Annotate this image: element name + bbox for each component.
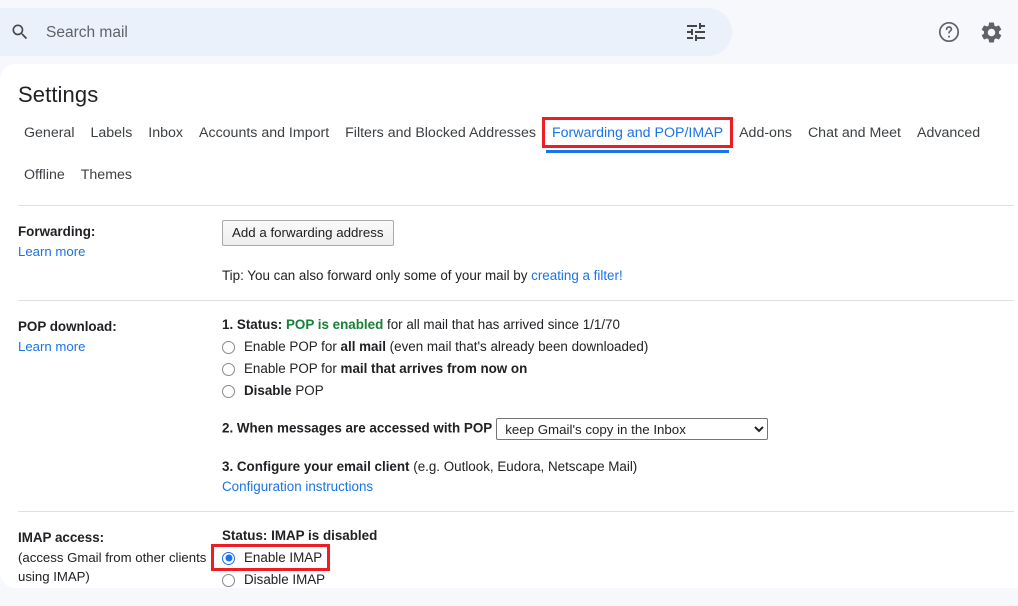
imap-access-section: IMAP access: (access Gmail from other cl… — [18, 512, 1014, 588]
pop-download-title: POP download: — [18, 319, 117, 334]
forwarding-tip: Tip: You can also forward only some of y… — [222, 266, 1014, 286]
forwarding-section: Forwarding: Learn more Add a forwarding … — [18, 206, 1014, 301]
configuration-instructions-link[interactable]: Configuration instructions — [222, 479, 373, 494]
tab-add-ons[interactable]: Add-ons — [731, 122, 800, 144]
pop-status-line: 1. Status: POP is enabled for all mail t… — [222, 315, 1014, 335]
imap-status: Status: IMAP is disabled — [222, 528, 378, 543]
pop-access-label: 2. When messages are accessed with POP — [222, 420, 493, 436]
tab-label: Labels — [90, 125, 133, 141]
tab-forwarding-and-pop-imap[interactable]: Forwarding and POP/IMAP — [541, 117, 734, 153]
imap-option-disable[interactable]: Disable IMAP — [222, 570, 325, 588]
tab-advanced[interactable]: Advanced — [909, 122, 988, 144]
pop-option-label: Disable POP — [244, 383, 324, 398]
pop-download-body: 1. Status: POP is enabled for all mail t… — [222, 315, 1014, 497]
imap-option-label: Disable IMAP — [244, 572, 326, 587]
pop-option-label: Enable POP for all mail (even mail that'… — [244, 339, 649, 354]
pop-option-label: Enable POP for mail that arrives from no… — [244, 361, 528, 376]
creating-a-filter-link[interactable]: creating a filter! — [531, 268, 623, 283]
tab-filters-and-blocked-addresses[interactable]: Filters and Blocked Addresses — [337, 122, 544, 144]
tab-accounts-and-import[interactable]: Accounts and Import — [191, 122, 337, 144]
radio-icon[interactable] — [222, 384, 235, 398]
imap-access-label: IMAP access: (access Gmail from other cl… — [18, 526, 222, 588]
forwarding-title: Forwarding: — [18, 224, 96, 239]
tab-labels[interactable]: Labels — [82, 122, 140, 144]
search-icon — [10, 22, 30, 42]
tab-label: Filters and Blocked Addresses — [345, 125, 536, 141]
tab-offline[interactable]: Offline — [16, 164, 73, 186]
pop-configure-bold: 3. Configure your email client — [222, 459, 410, 474]
pop-configure-rest: (e.g. Outlook, Eudora, Netscape Mail) — [409, 459, 638, 474]
tab-label: Advanced — [917, 125, 981, 141]
radio-icon[interactable] — [222, 340, 235, 354]
tab-label: Add-ons — [739, 125, 792, 141]
pop-option-all-mail[interactable]: Enable POP for all mail (even mail that'… — [222, 337, 648, 357]
tab-label: Forwarding and POP/IMAP — [551, 125, 724, 141]
pop-access-select[interactable]: keep Gmail's copy in the Inboxmark Gmail… — [496, 418, 769, 440]
gear-icon[interactable] — [978, 19, 1004, 45]
pop-download-label: POP download: Learn more — [18, 315, 222, 497]
pop-option-disable[interactable]: Disable POP — [222, 381, 324, 401]
active-tab-underline — [545, 150, 730, 153]
top-bar — [0, 0, 1018, 64]
add-forwarding-address-button[interactable]: Add a forwarding address — [222, 220, 394, 246]
tab-general[interactable]: General — [16, 122, 82, 144]
pop-learn-more-link[interactable]: Learn more — [18, 339, 85, 354]
tab-label: Accounts and Import — [199, 125, 330, 141]
tab-label: Offline — [24, 167, 65, 183]
imap-access-sub-2: using IMAP) — [18, 569, 90, 584]
search-bar[interactable] — [0, 8, 732, 58]
pop-status-rest: for all mail that has arrived since 1/1/… — [383, 317, 620, 332]
search-input[interactable] — [44, 8, 638, 58]
imap-access-title: IMAP access: — [18, 530, 105, 545]
tab-label: General — [24, 125, 75, 141]
tab-chat-and-meet[interactable]: Chat and Meet — [800, 122, 909, 144]
topbar-actions — [936, 0, 1004, 64]
imap-option-enable[interactable]: Enable IMAP — [210, 544, 331, 571]
radio-icon[interactable] — [222, 573, 235, 587]
tab-label: Inbox — [148, 125, 184, 141]
settings-tabs: General Labels Inbox Accounts and Import… — [0, 117, 1018, 186]
imap-access-sub-1: (access Gmail from other clients — [18, 550, 207, 565]
tab-label: Chat and Meet — [807, 125, 902, 141]
pop-configure-row: 3. Configure your email client (e.g. Out… — [222, 457, 1014, 477]
radio-icon[interactable] — [222, 551, 235, 565]
page-title: Settings — [18, 82, 99, 107]
forwarding-body: Add a forwarding address Tip: You can al… — [222, 220, 1014, 286]
imap-access-body: Status: IMAP is disabled Enable IMAP Dis… — [210, 526, 1014, 588]
settings-panel: Settings General Labels Inbox Accounts a… — [0, 64, 1018, 588]
pop-download-section: POP download: Learn more 1. Status: POP … — [18, 301, 1014, 512]
pop-option-from-now-on[interactable]: Enable POP for mail that arrives from no… — [222, 359, 527, 379]
tab-label: Themes — [80, 167, 132, 183]
tab-themes[interactable]: Themes — [73, 164, 140, 186]
radio-icon[interactable] — [222, 362, 235, 376]
help-icon[interactable] — [936, 19, 962, 45]
forwarding-label: Forwarding: Learn more — [18, 220, 222, 286]
pop-access-row: 2. When messages are accessed with POP ke… — [222, 418, 1014, 440]
tab-inbox[interactable]: Inbox — [140, 122, 191, 144]
imap-option-label: Enable IMAP — [244, 550, 323, 565]
pop-status-prefix: 1. Status: — [222, 317, 286, 332]
forwarding-tip-text: Tip: You can also forward only some of y… — [222, 268, 532, 283]
tune-icon[interactable] — [684, 20, 708, 44]
forwarding-learn-more-link[interactable]: Learn more — [18, 244, 85, 259]
pop-status-value: POP is enabled — [286, 317, 384, 332]
